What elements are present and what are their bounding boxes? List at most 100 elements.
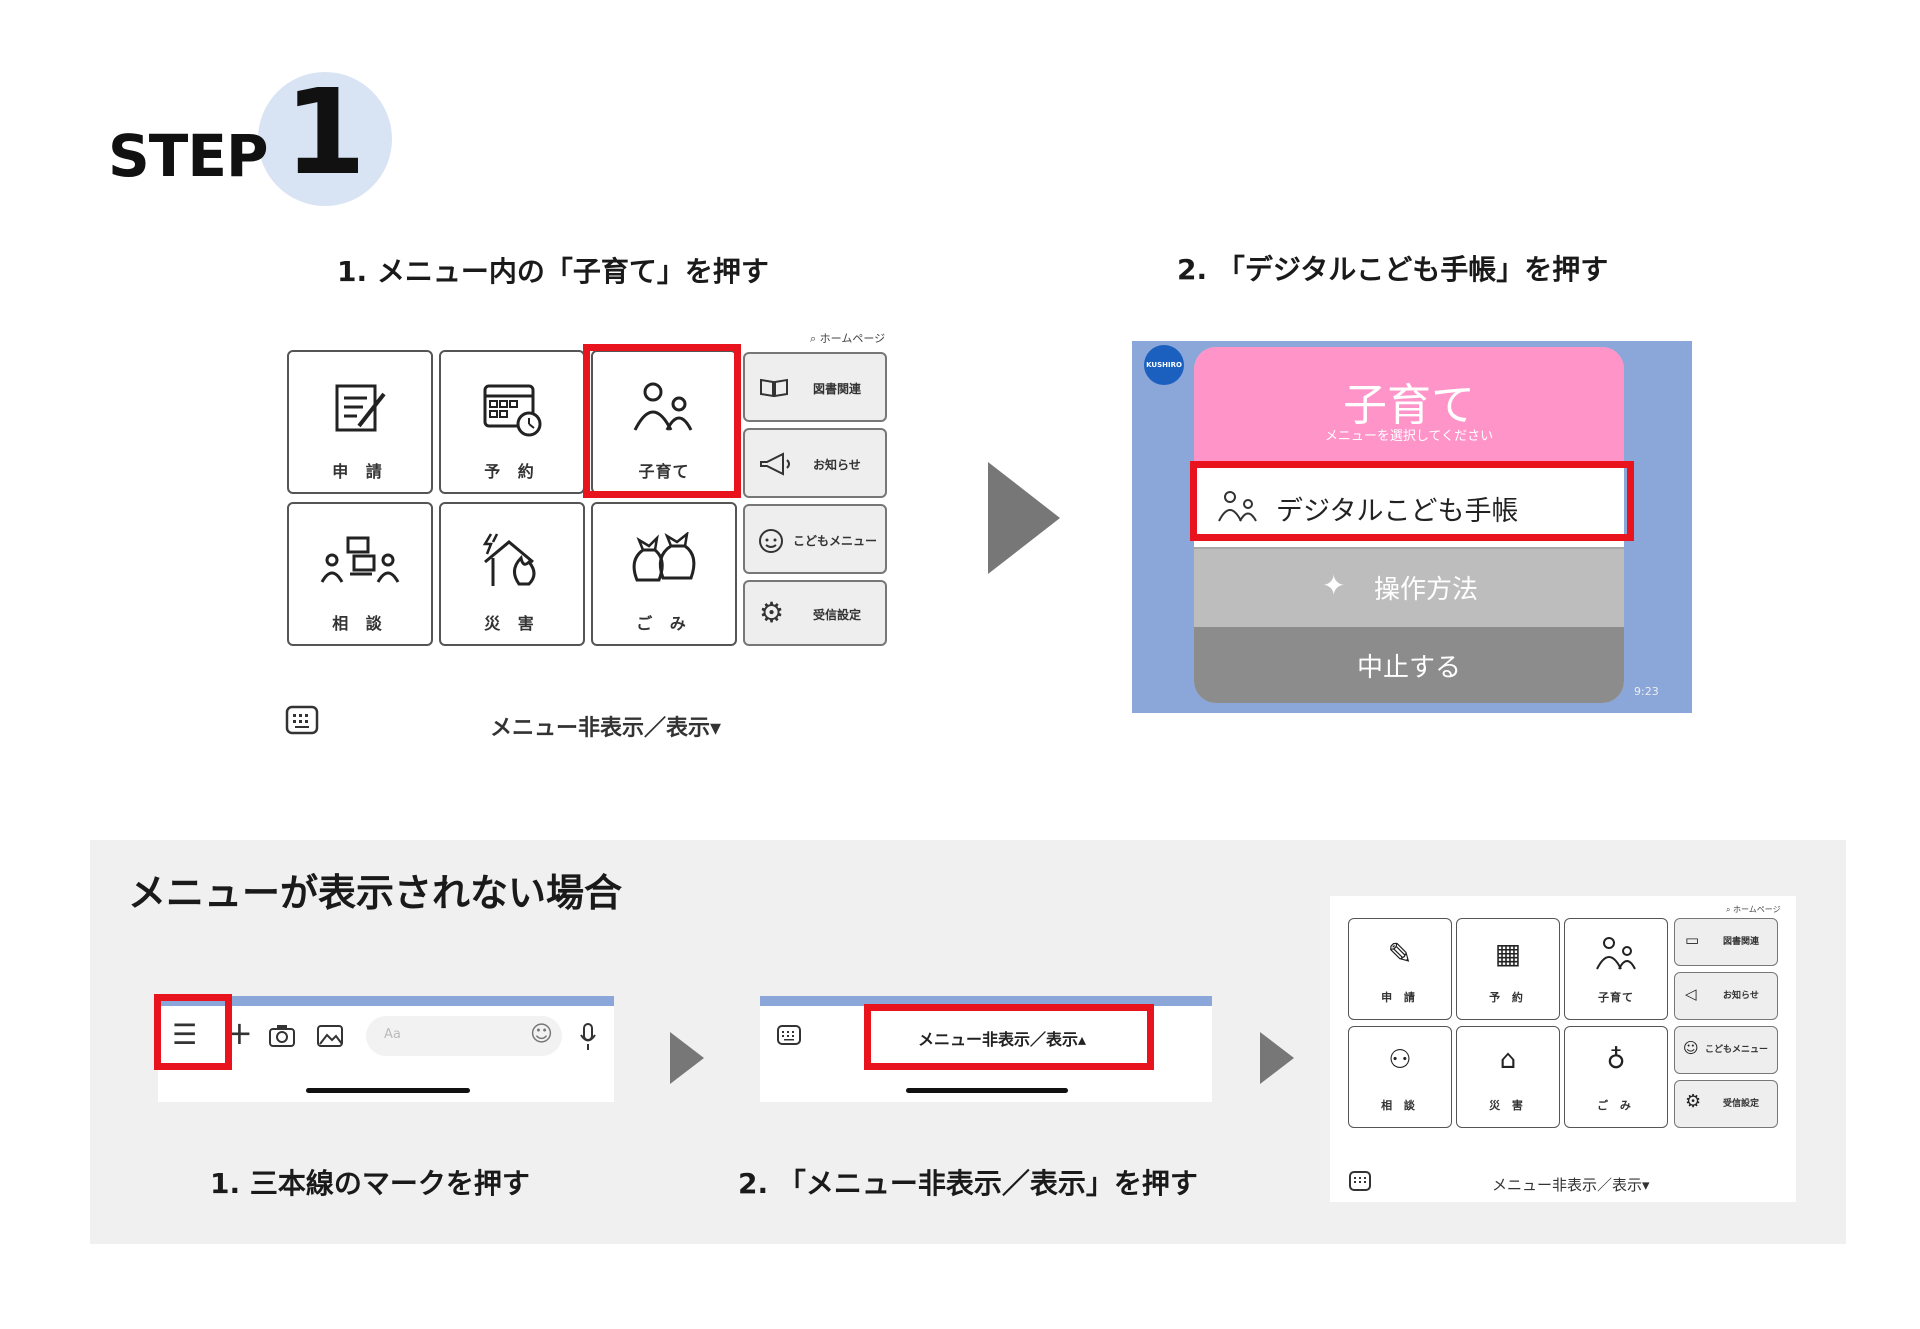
option-howto[interactable]: ✦ 操作方法 [1194,547,1624,627]
side-news-label: お知らせ [1723,991,1759,1001]
popup-title: 子育て [1343,380,1475,431]
side-kids-menu[interactable]: こどもメニュー [743,504,887,574]
side-library-label: 図書関連 [1723,937,1760,947]
tile-consult[interactable]: 相 談 [287,502,433,646]
keyboard-icon[interactable] [285,705,319,739]
homepage-link[interactable]: ⌕ ホームページ [1726,904,1781,915]
image-icon[interactable] [316,1024,344,1048]
side-settings-label: 受信設定 [1723,1099,1760,1109]
step-label: STEP [108,122,268,190]
pin-icon: ✦ [1322,569,1346,602]
kushiro-logo: KUSHIRO [1144,345,1184,385]
tile-garbage[interactable]: ご み [591,502,737,646]
tile-disaster-label: 災 害 [484,614,540,633]
side-settings[interactable]: ⚙ 受信設定 [743,580,887,646]
popup-subtitle: メニューを選択してください [1324,429,1494,444]
tile-apply-label: 申 請 [332,462,388,481]
rich-menu: ⌕ ホームページ 申 請 予 約 子育て 相 談 災 害 ご み 図書関連 お知… [285,330,887,750]
tile-reserve[interactable]: 予 約 [439,350,585,494]
child-face-icon [759,529,783,553]
tile-apply[interactable]: ✎ 申 請 [1348,918,1452,1020]
search-icon: ⌕ [810,332,817,345]
message-input[interactable]: Aa ☺ [366,1016,562,1056]
garbage-bag-icon: ♁ [1606,1045,1626,1075]
tile-garbage[interactable]: ♁ ご み [1564,1026,1668,1128]
next-arrow-small [1260,1032,1294,1084]
side-news[interactable]: お知らせ [743,428,887,498]
tile-reserve-label: 予 約 [484,462,540,481]
instruction-step2: 2. 「デジタルこども手帳」を押す [1177,253,1609,286]
house-fire-icon: ⌂ [1499,1045,1517,1075]
menu-toggle[interactable]: メニュー非表示／表示▾ [1492,1174,1650,1195]
tile-consult[interactable]: ⚇ 相 談 [1348,1026,1452,1128]
book-icon [760,378,788,398]
option-howto-label: 操作方法 [1374,575,1479,605]
side-library[interactable]: ▭ 図書関連 [1674,918,1778,966]
parent-child-icon [1565,935,1667,977]
side-library[interactable]: 図書関連 [743,352,887,422]
home-indicator [306,1088,470,1093]
consultation-icon [289,534,431,590]
side-kids-menu-label: こどもメニュー [793,534,878,548]
menu-toggle[interactable]: メニュー非表示／表示▾ [490,710,721,742]
tile-garbage-label: ご み [636,614,692,633]
megaphone-icon: ◁ [1685,985,1697,1003]
gear-icon: ⚙ [1685,1091,1702,1112]
time-stamp: 9:23 [1634,685,1659,698]
gear-icon: ⚙ [759,596,785,629]
consultation-icon: ⚇ [1388,1045,1412,1075]
highlight-childcare [583,344,741,498]
calendar-clock-icon: ▦ [1494,937,1522,970]
highlight-hamburger [154,994,232,1070]
tile-reserve[interactable]: ▦ 予 約 [1456,918,1560,1020]
tile-disaster-label: 災 害 [1489,1099,1527,1112]
emoji-icon[interactable]: ☺ [530,1022,553,1047]
side-news[interactable]: ◁ お知らせ [1674,972,1778,1020]
caption-step2: 2. 「メニュー非表示／表示」を押す [738,1167,1198,1200]
camera-icon[interactable] [268,1024,296,1048]
option-cancel[interactable]: 中止する [1194,627,1624,703]
rich-menu-small: ⌕ ホームページ ✎ 申 請 ▦ 予 約 子育て ⚇ 相 談 ⌂ 災 害 ♁ ご… [1330,896,1796,1202]
tile-reserve-label: 予 約 [1489,991,1527,1004]
fallback-heading: メニューが表示されない場合 [128,871,623,915]
message-input-placeholder: Aa [384,1027,401,1042]
side-news-label: お知らせ [813,458,861,472]
fallback-panel: メニューが表示されない場合 ☰ + Aa ☺ メニュー非表示／表示▴ 1. 三本… [90,840,1846,1244]
megaphone-icon [760,452,790,476]
tile-consult-label: 相 談 [332,614,388,633]
tile-childcare[interactable]: 子育て [1564,918,1668,1020]
tile-consult-label: 相 談 [1381,1099,1419,1112]
side-library-label: 図書関連 [813,382,862,396]
tile-disaster[interactable]: ⌂ 災 害 [1456,1026,1560,1128]
step-number: 1 [283,63,367,201]
tile-childcare-label: 子育て [1598,991,1634,1004]
tile-disaster[interactable]: 災 害 [439,502,585,646]
house-fire-icon [441,530,583,592]
homepage-link[interactable]: ⌕ ホームページ [810,330,885,346]
caption-step1: 1. 三本線のマークを押す [210,1167,530,1200]
highlight-digital-handbook [1190,461,1634,541]
highlight-toggle [864,1004,1154,1070]
homepage-label: ホームページ [1733,905,1781,914]
calendar-clock-icon [441,378,583,444]
book-icon: ▭ [1685,931,1700,949]
tile-garbage-label: ご み [1597,1099,1635,1112]
next-arrow-small [670,1032,704,1084]
home-indicator [906,1088,1068,1093]
microphone-icon[interactable] [578,1022,598,1052]
side-settings-label: 受信設定 [813,608,862,622]
form-pen-icon: ✎ [1387,937,1413,972]
homepage-label: ホームページ [819,332,886,345]
side-kids-menu[interactable]: ☺ こどもメニュー [1674,1026,1778,1074]
option-cancel-label: 中止する [1356,653,1461,683]
side-settings[interactable]: ⚙ 受信設定 [1674,1080,1778,1128]
instruction-step1: 1. メニュー内の「子育て」を押す [337,255,769,288]
keyboard-icon[interactable] [1348,1170,1372,1192]
child-face-icon: ☺ [1683,1039,1699,1057]
tile-apply[interactable]: 申 請 [287,350,433,494]
popup-header: 子育て メニューを選択してください [1194,347,1624,465]
next-arrow [988,462,1060,574]
tile-apply-label: 申 請 [1381,991,1419,1004]
keyboard-icon[interactable] [776,1024,802,1046]
form-pen-icon [289,380,431,440]
